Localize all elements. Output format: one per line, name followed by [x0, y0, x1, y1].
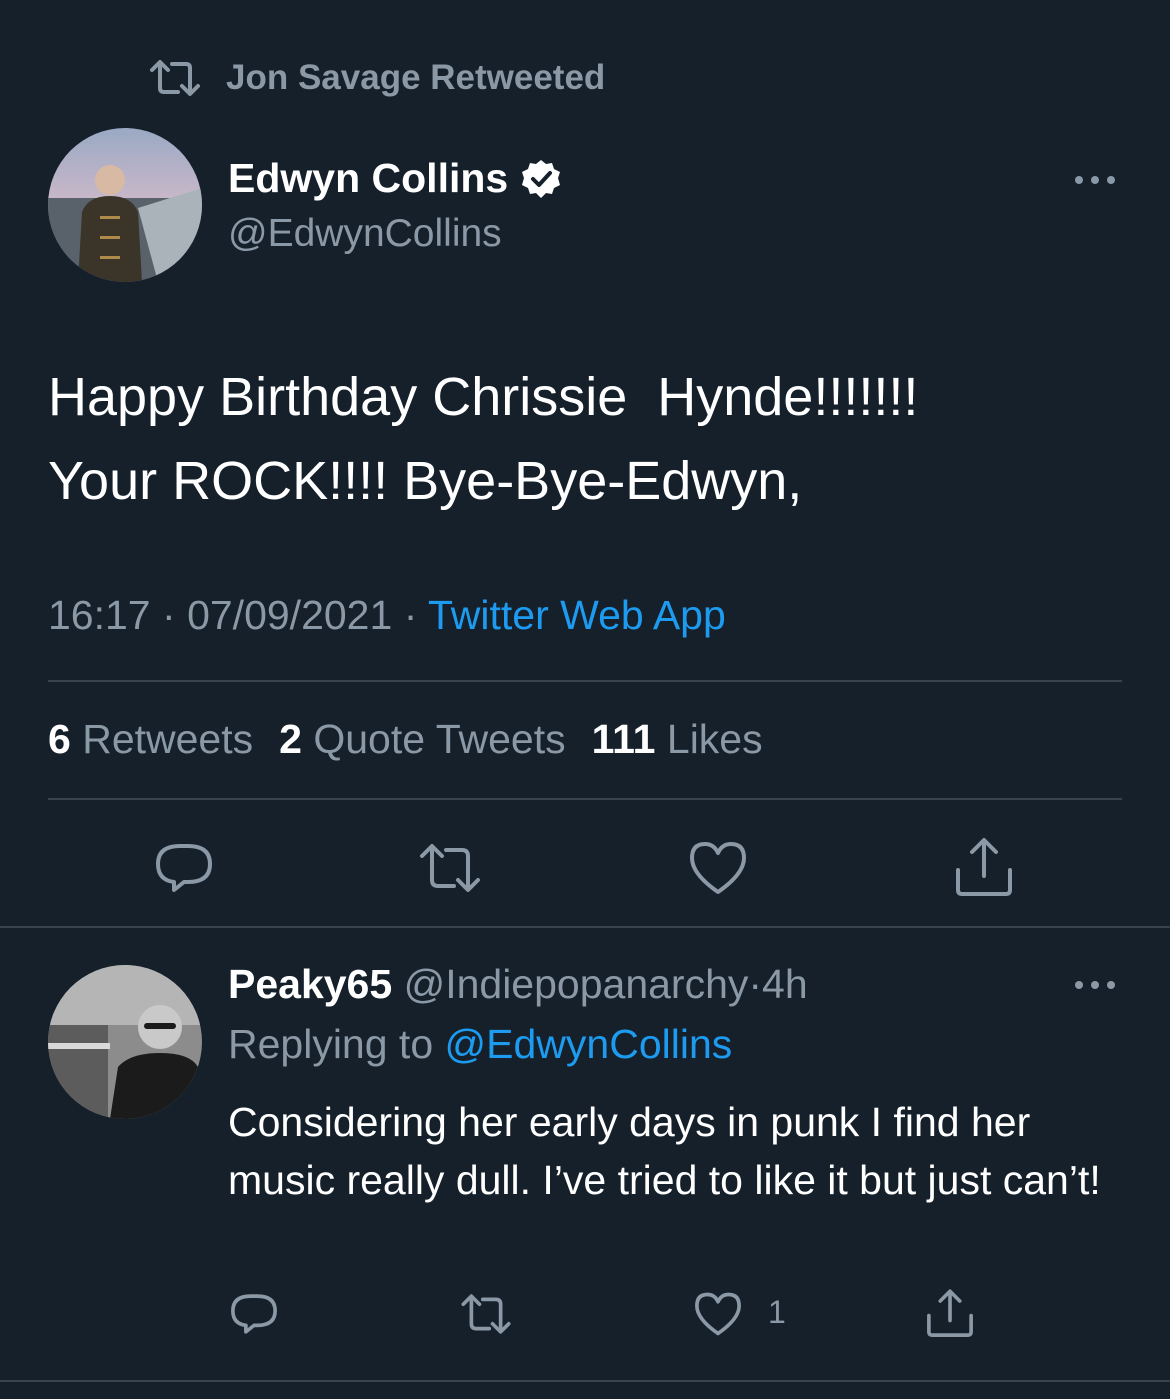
meta-separator: · [403, 592, 418, 638]
author-name-text: Edwyn Collins [228, 155, 509, 201]
tweet-text: Happy Birthday Chrissie Hynde!!!!!!! Your… [48, 355, 1128, 523]
like-icon[interactable] [692, 1288, 744, 1340]
meta-separator: · [748, 961, 763, 1007]
tweet-text-line: Your ROCK!!!! Bye-Bye-Edwyn, [48, 451, 803, 511]
reply-icon[interactable] [228, 1288, 280, 1340]
author-display-name[interactable]: Edwyn Collins [228, 155, 562, 202]
avatar[interactable] [48, 128, 202, 282]
quote-tweets-label: Quote Tweets [313, 716, 566, 762]
tweet-text-line: Happy Birthday Chrissie Hynde!!!!!!! [48, 367, 919, 427]
share-icon[interactable] [924, 1288, 976, 1340]
reply-author-handle[interactable]: @Indiepopanarchy [404, 961, 749, 1007]
replying-to: Replying to @EdwynCollins [228, 1021, 732, 1068]
like-icon[interactable] [686, 836, 750, 900]
reply-icon[interactable] [152, 836, 216, 900]
tweet-source-link[interactable]: Twitter Web App [428, 592, 726, 638]
divider [0, 926, 1170, 928]
more-options-icon[interactable] [1070, 970, 1120, 1000]
avatar-image [48, 965, 202, 1119]
reply-like-count: 1 [768, 1294, 786, 1330]
avatar-image [48, 128, 202, 282]
retweet-icon[interactable] [418, 836, 482, 900]
quote-tweets-count: 2 [279, 716, 302, 762]
reply-age[interactable]: 4h [762, 961, 808, 1007]
share-icon[interactable] [952, 836, 1016, 900]
likes-count: 111 [591, 716, 656, 762]
replying-to-label: Replying to [228, 1021, 434, 1067]
verified-badge-icon [522, 159, 561, 198]
retweets-label: Retweets [82, 716, 254, 762]
likes-label: Likes [666, 716, 763, 762]
quote-tweets-stat[interactable]: 2 Quote Tweets [279, 716, 565, 763]
author-handle[interactable]: @EdwynCollins [228, 212, 502, 256]
more-options-icon[interactable] [1070, 165, 1120, 195]
replying-to-link[interactable]: @EdwynCollins [445, 1021, 733, 1067]
tweet-meta: 16:17 · 07/09/2021 · Twitter Web App [48, 592, 726, 639]
retweet-icon [150, 60, 200, 96]
retweets-stat[interactable]: 6 Retweets [48, 716, 253, 763]
reply-header: Peaky65 @Indiepopanarchy·4h [228, 961, 808, 1008]
meta-separator: · [162, 592, 176, 638]
reply-avatar[interactable] [48, 965, 202, 1119]
tweet-stats: 6 Retweets 2 Quote Tweets 111 Likes [48, 716, 789, 763]
divider [48, 680, 1122, 682]
reply-text: Considering her early days in punk I fin… [228, 1099, 1101, 1203]
divider [48, 798, 1122, 800]
retweet-context-text: Jon Savage Retweeted [226, 58, 606, 97]
retweet-icon[interactable] [460, 1288, 512, 1340]
tweet-time[interactable]: 16:17 [48, 592, 151, 638]
tweet-date[interactable]: 07/09/2021 [187, 592, 392, 638]
retweets-count: 6 [48, 716, 71, 762]
retweet-context[interactable]: Jon Savage Retweeted [148, 56, 605, 100]
reply-author-name[interactable]: Peaky65 [228, 961, 392, 1007]
likes-stat[interactable]: 111 Likes [592, 716, 763, 763]
divider [0, 1380, 1170, 1382]
